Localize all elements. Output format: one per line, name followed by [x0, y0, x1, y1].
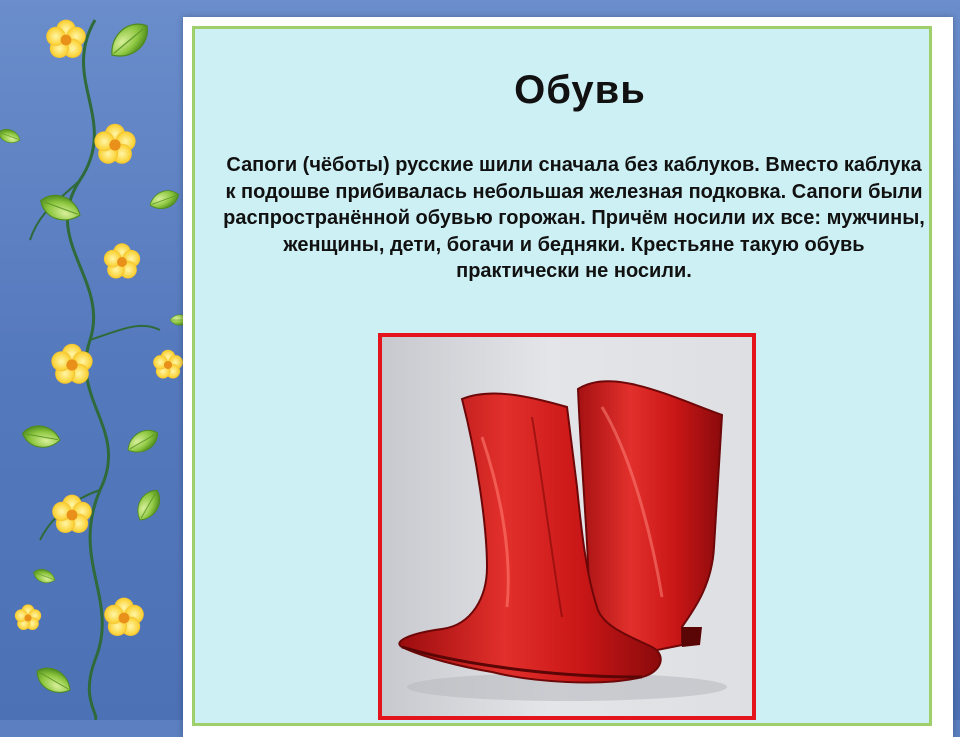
slide-title: Обувь — [514, 68, 646, 112]
flower-vine-icon — [0, 15, 185, 720]
red-boots-photo — [378, 333, 756, 720]
slide-body-text: Сапоги (чёботы) русские шили сначала без… — [223, 154, 925, 282]
boots-illustration — [398, 380, 727, 701]
